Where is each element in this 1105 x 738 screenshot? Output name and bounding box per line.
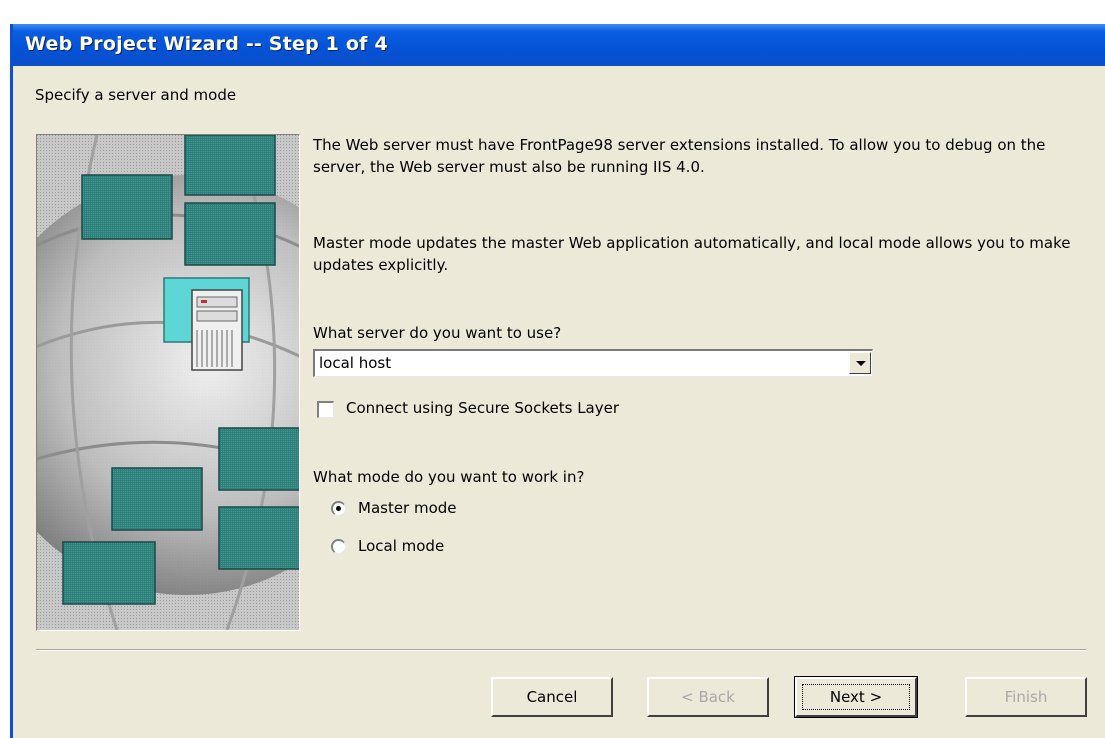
network-server-illustration	[37, 135, 299, 630]
wizard-window: Web Project Wizard -- Step 1 of 4 Specif…	[10, 24, 1105, 738]
title-bar[interactable]: Web Project Wizard -- Step 1 of 4	[13, 24, 1105, 66]
button-separator	[36, 649, 1086, 651]
chevron-down-icon	[856, 361, 866, 366]
local-mode-label[interactable]: Local mode	[358, 537, 444, 555]
cancel-button[interactable]: Cancel	[491, 677, 613, 717]
master-mode-label[interactable]: Master mode	[358, 499, 457, 517]
radio-selected-dot	[336, 506, 341, 511]
finish-button[interactable]: Finish	[965, 677, 1087, 717]
local-mode-radio[interactable]	[331, 539, 346, 554]
ssl-checkbox[interactable]	[317, 401, 334, 418]
server-combobox[interactable]: local host	[313, 349, 873, 377]
server-combobox-value[interactable]: local host	[319, 354, 391, 372]
window-title: Web Project Wizard -- Step 1 of 4	[25, 33, 388, 55]
extensions-info-text: The Web server must have FrontPage98 ser…	[313, 136, 1046, 176]
back-button[interactable]: < Back	[647, 677, 769, 717]
ssl-checkbox-label[interactable]: Connect using Secure Sockets Layer	[346, 399, 619, 417]
combobox-dropdown-button[interactable]	[849, 352, 871, 374]
mode-info-text: Master mode updates the master Web appli…	[313, 234, 1071, 274]
master-mode-radio[interactable]	[331, 501, 346, 516]
next-button[interactable]: Next >	[794, 676, 918, 718]
wizard-illustration	[36, 134, 300, 631]
step-subtitle: Specify a server and mode	[35, 86, 237, 104]
mode-question-label: What mode do you want to work in?	[313, 468, 585, 486]
server-question-label: What server do you want to use?	[313, 324, 562, 342]
